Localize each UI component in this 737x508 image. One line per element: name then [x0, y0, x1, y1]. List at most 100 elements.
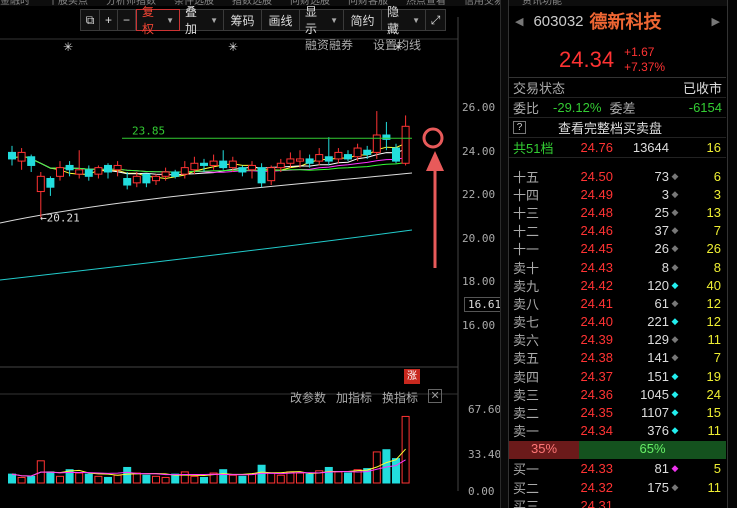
- candle-body: [152, 175, 160, 182]
- level-volume: 81: [654, 461, 669, 477]
- level-marker-icon: ◆: [671, 352, 679, 363]
- level-count: 3: [713, 186, 721, 202]
- ma120-line: [0, 229, 413, 281]
- level-count: 5: [713, 461, 721, 477]
- volume-bar: [113, 474, 122, 484]
- level-price: 24.45: [580, 241, 613, 257]
- order-book-row: 卖三 24.36 1045 ◆ 24: [509, 385, 726, 403]
- candle-body: [46, 178, 55, 188]
- price-tick-label: 20.00: [462, 232, 496, 245]
- level-label: 卖三: [513, 387, 540, 403]
- level-count: 8: [713, 259, 721, 275]
- candle-body: [123, 178, 132, 186]
- close-indicator-button[interactable]: ✕: [428, 389, 443, 403]
- candle-body: [27, 156, 36, 166]
- volume-tick-label: 0.00: [468, 485, 495, 498]
- level-label: 卖二: [513, 406, 540, 422]
- level-count: 11: [707, 332, 722, 348]
- volume-bar: [324, 466, 333, 484]
- panel-splitter[interactable]: [500, 0, 508, 508]
- current-price-label: 16.61: [464, 297, 506, 312]
- volume-bar: [267, 472, 276, 484]
- buy-order-book: 买一 24.33 81 ◆ 5 买二 24.32 175 ◆ 11 买三 24.31: [509, 460, 726, 508]
- level-volume: 175: [647, 479, 669, 495]
- level-label: 卖六: [513, 333, 540, 349]
- level-label: 十五: [513, 169, 540, 185]
- sell-order-book: 十五 24.50 73 ◆ 6 十四 24.49 3 ◆ 3 十三 24.48 25 ◆ 13 十二 24.46…: [509, 167, 726, 440]
- volume-bar: [228, 474, 237, 484]
- level-label: 卖九: [513, 278, 540, 294]
- order-book-row: 十四 24.49 3 ◆ 3: [509, 185, 726, 203]
- price-change: +1.67 +7.37%: [624, 45, 665, 75]
- volume-bar: [75, 472, 84, 484]
- level-marker-icon: ◆: [671, 261, 679, 272]
- limit-up-badge: 涨: [404, 369, 420, 384]
- full-book-link[interactable]: 查看完整档买卖盘: [558, 118, 662, 137]
- level-count: 11: [707, 423, 722, 439]
- candle-body: [113, 164, 122, 171]
- last-price: 24.34: [559, 46, 615, 72]
- level-volume: 1107: [641, 405, 669, 421]
- candle-body: [353, 147, 362, 158]
- sell-ratio: 35%: [509, 440, 579, 459]
- level-marker-icon: ◆: [671, 297, 679, 308]
- level-count: 40: [706, 277, 721, 293]
- candle-body: [200, 162, 208, 166]
- candle-body: [267, 167, 276, 182]
- level-volume: 3: [661, 186, 669, 202]
- volume-bar: [200, 476, 208, 484]
- order-book-row: 十一 24.45 26 ◆ 26: [509, 240, 726, 258]
- volume-bar: [305, 473, 314, 484]
- stock-code: 603032: [533, 12, 584, 30]
- trade-state-row: 交易状态 已收市: [509, 78, 726, 98]
- kline-chart[interactable]: ✳ ✳ ✳ 23.85 ←20.21: [0, 0, 500, 508]
- candle-body: [56, 167, 64, 177]
- full-book-row: ? 查看完整档买卖盘: [509, 118, 726, 138]
- level-price: 24.40: [580, 314, 613, 330]
- order-book-row: 十二 24.46 37 ◆ 7: [509, 222, 726, 240]
- switch-indicator-link[interactable]: 换指标: [382, 389, 418, 406]
- level-price: 24.34: [580, 423, 613, 439]
- level-marker-icon: ◆: [671, 481, 679, 492]
- candle-body: [94, 167, 103, 175]
- level-marker-icon: ◆: [671, 407, 679, 418]
- level-label: 十二: [513, 224, 540, 240]
- volume-bar: [219, 469, 228, 484]
- next-stock-icon[interactable]: ▶: [706, 15, 726, 28]
- annotation-circle-icon: [422, 127, 444, 149]
- level-volume: 37: [654, 223, 669, 239]
- volume-bar: [190, 475, 199, 484]
- volume-bar: [104, 476, 112, 484]
- level-label: 卖七: [513, 315, 540, 331]
- level-volume: 141: [647, 350, 669, 366]
- low-price-label: ←20.21: [40, 211, 80, 224]
- price-tick-label: 26.00: [462, 101, 496, 114]
- level-count: 26: [706, 241, 721, 257]
- order-book-row: 卖八 24.41 61 ◆ 12: [509, 294, 726, 312]
- candle-body: [238, 167, 247, 173]
- prev-stock-icon[interactable]: ◀: [509, 15, 529, 28]
- candle-body: [276, 162, 285, 169]
- order-book-row: 卖一 24.34 376 ◆ 11: [509, 422, 726, 440]
- level-count: 7: [713, 350, 721, 366]
- price-tick-label: 24.00: [462, 145, 496, 158]
- order-book-row: 十三 24.48 25 ◆ 13: [509, 203, 726, 221]
- candle-body: [248, 164, 256, 171]
- right-edge-panel: [727, 0, 737, 508]
- volume-bar: [334, 471, 343, 484]
- bid-ask-ratio-bar: 35% 65%: [509, 440, 726, 459]
- level-marker-icon: ◆: [671, 334, 679, 345]
- indicator-links: 改参数 加指标 换指标 ✕: [290, 389, 443, 406]
- candle-body: [334, 151, 343, 160]
- level-marker-icon: ◆: [671, 225, 679, 236]
- candle-body: [296, 158, 304, 162]
- order-ratio-value: -29.12%: [553, 100, 602, 115]
- event-star-icon: ✳: [63, 40, 73, 54]
- add-indicator-link[interactable]: 加指标: [336, 389, 372, 406]
- level-price: 24.36: [580, 386, 613, 402]
- help-icon[interactable]: ?: [513, 121, 526, 134]
- candle-body: [190, 162, 199, 171]
- level-volume: 120: [647, 277, 669, 293]
- edit-params-link[interactable]: 改参数: [290, 389, 326, 406]
- volume-bar: [238, 475, 247, 484]
